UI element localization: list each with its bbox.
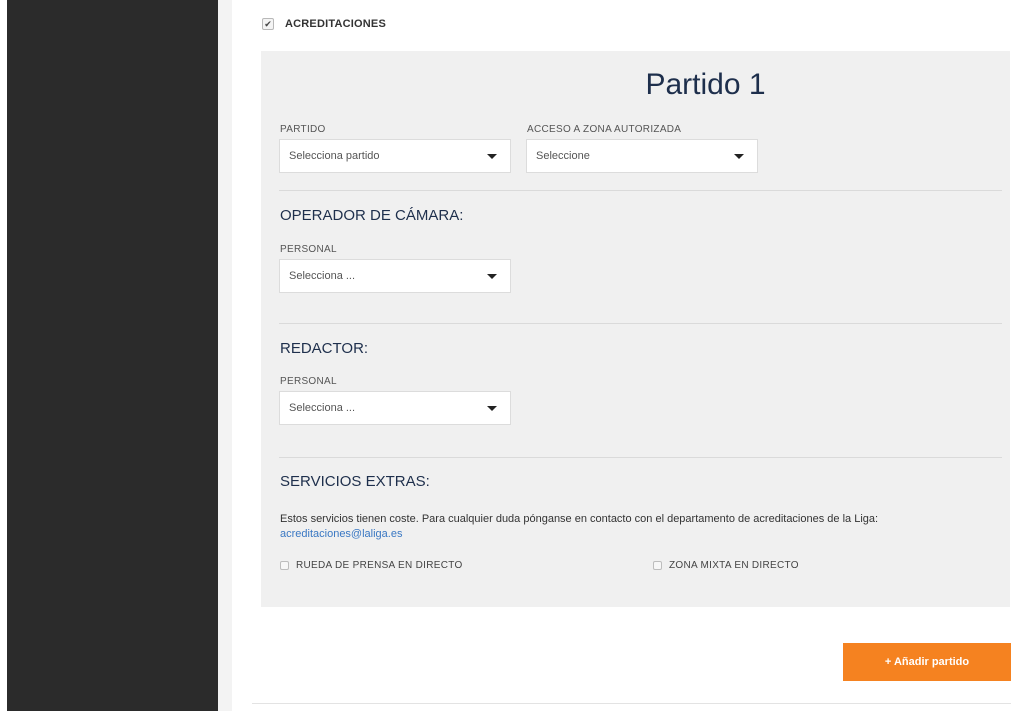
zona-select[interactable]: Seleccione	[526, 139, 758, 173]
camera-personal-select[interactable]: Selecciona ...	[279, 259, 511, 293]
zona-label: ACCESO A ZONA AUTORIZADA	[527, 124, 682, 135]
divider	[279, 457, 1002, 458]
divider	[279, 190, 1002, 191]
extras-info-text: Estos servicios tienen coste. Para cualq…	[280, 513, 879, 525]
match-title-text: Partido 1	[645, 68, 766, 101]
chevron-down-icon	[487, 274, 497, 279]
partido-select[interactable]: Selecciona partido	[279, 139, 511, 173]
redactor-personal-label: PERSONAL	[280, 376, 337, 387]
divider	[279, 323, 1002, 324]
add-match-button[interactable]: + Añadir partido	[843, 643, 1011, 681]
chevron-down-icon	[487, 154, 497, 159]
press-conference-label: RUEDA DE PRENSA EN DIRECTO	[296, 560, 463, 571]
press-conference-checkbox[interactable]	[280, 561, 289, 570]
extras-heading: SERVICIOS EXTRAS:	[280, 473, 430, 490]
camera-personal-select-value: Selecciona ...	[289, 270, 356, 282]
sidebar-shadow	[218, 0, 232, 711]
left-edge	[0, 0, 7, 711]
mixed-zone-checkbox[interactable]	[653, 561, 662, 570]
match-panel: Partido 1 PARTIDO Selecciona partido ACC…	[261, 51, 1010, 607]
accreditations-header: ✔ ACREDITACIONES	[262, 18, 386, 30]
mixed-zone-label: ZONA MIXTA EN DIRECTO	[669, 560, 799, 571]
zona-select-value: Seleccione	[536, 150, 590, 162]
accreditations-checkbox[interactable]: ✔	[262, 18, 274, 30]
bottom-divider	[252, 703, 1011, 704]
redactor-heading: REDACTOR:	[280, 340, 369, 357]
mixed-zone-option[interactable]: ZONA MIXTA EN DIRECTO	[653, 560, 799, 571]
accreditations-email-link[interactable]: acreditaciones@laliga.es	[280, 528, 402, 540]
partido-select-value: Selecciona partido	[289, 150, 380, 162]
partido-label: PARTIDO	[280, 124, 326, 135]
redactor-personal-select[interactable]: Selecciona ...	[279, 391, 511, 425]
chevron-down-icon	[734, 154, 744, 159]
match-title: Partido 1	[261, 68, 1010, 102]
press-conference-option[interactable]: RUEDA DE PRENSA EN DIRECTO	[280, 560, 463, 571]
redactor-personal-select-value: Selecciona ...	[289, 402, 356, 414]
camera-personal-label: PERSONAL	[280, 244, 337, 255]
chevron-down-icon	[487, 406, 497, 411]
extras-info: Estos servicios tienen coste. Para cualq…	[280, 512, 1000, 542]
accreditations-title: ACREDITACIONES	[285, 18, 386, 30]
camera-operator-heading: OPERADOR DE CÁMARA:	[280, 207, 464, 224]
page: ✔ ACREDITACIONES Partido 1 PARTIDO Selec…	[0, 0, 1011, 711]
sidebar	[7, 0, 218, 711]
